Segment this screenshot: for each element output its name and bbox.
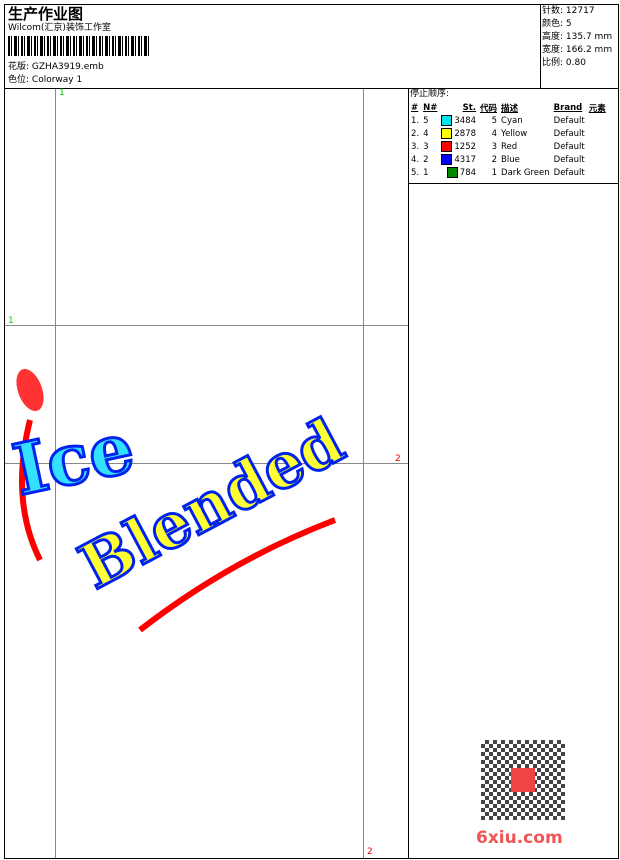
design-word-ice: Ice [6, 406, 141, 512]
watermark-site: 6xiu.com [476, 828, 563, 848]
production-worksheet: 生产作业图 Wilcom(汇京)装饰工作室 花版: GZHA3919.emb 色… [0, 0, 620, 860]
red-drop [16, 368, 44, 412]
qr-code [481, 740, 565, 820]
embroidery-design: Ice Blended [5, 368, 357, 633]
seal [511, 768, 535, 792]
